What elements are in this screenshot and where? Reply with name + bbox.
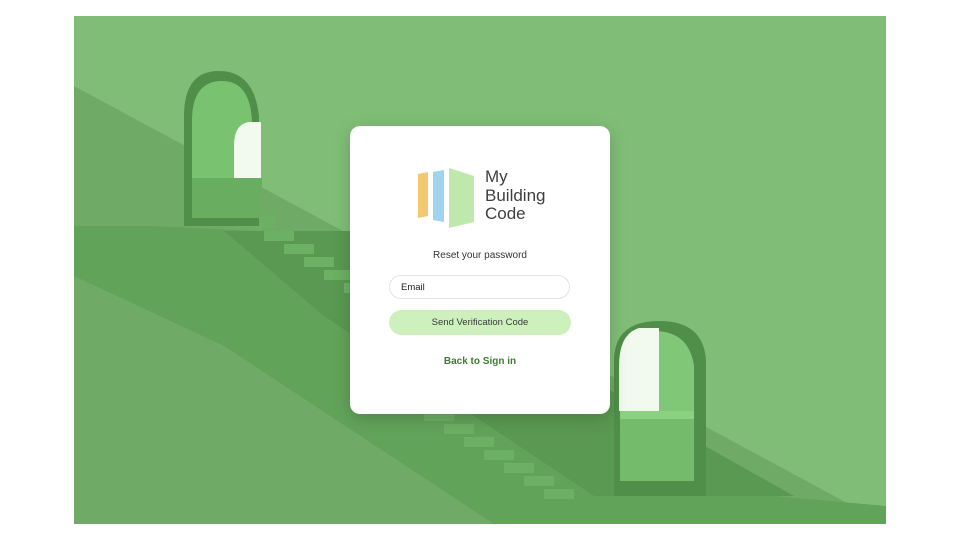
- app-logo: My Building Code: [416, 164, 566, 230]
- logo-wordmark: My Building Code: [485, 167, 546, 224]
- logo-line-1: My: [485, 167, 508, 186]
- logo-line-3: Code: [485, 204, 526, 223]
- logo-line-2: Building: [485, 185, 546, 205]
- email-field[interactable]: [389, 275, 570, 299]
- back-to-sign-in-link[interactable]: Back to Sign in: [350, 356, 610, 367]
- book-pages-icon: [418, 168, 474, 228]
- send-verification-code-button[interactable]: Send Verification Code: [389, 310, 571, 335]
- page-title: Reset your password: [433, 250, 527, 261]
